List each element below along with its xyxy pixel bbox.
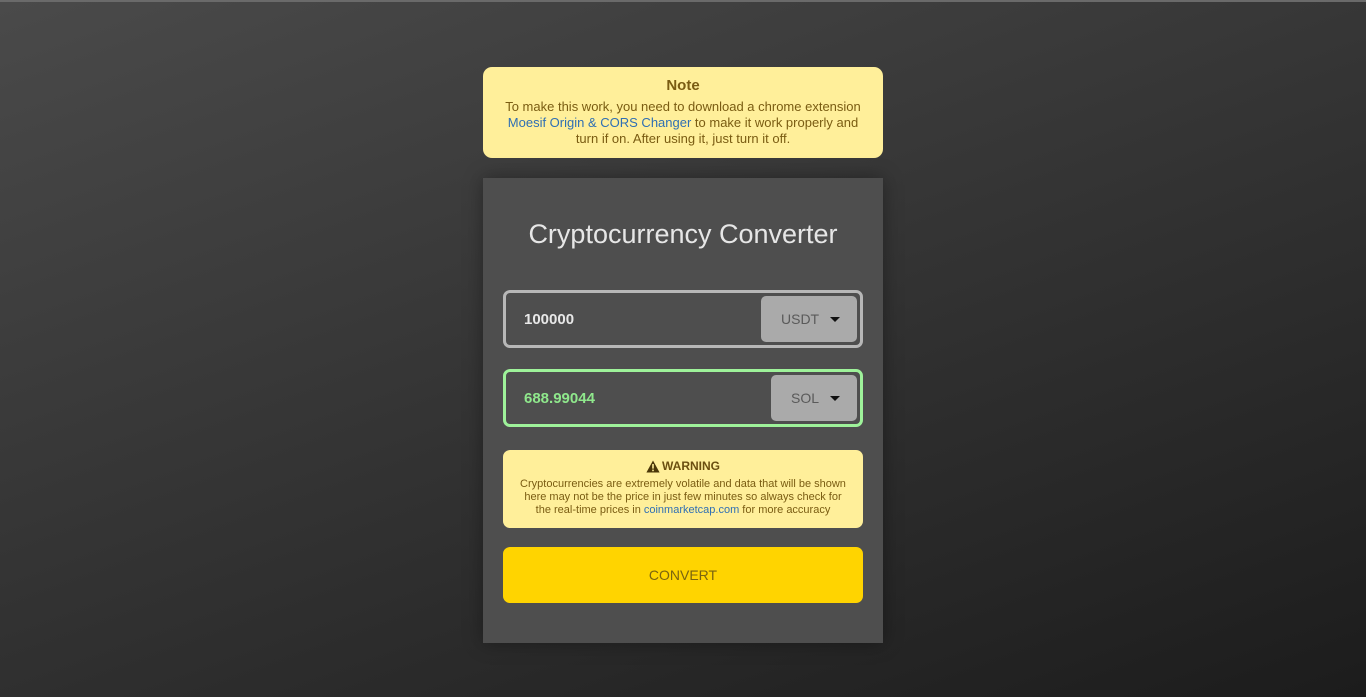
converter-card: Cryptocurrency Converter 100000 USDT 688… [483,178,883,643]
coinmarketcap-link[interactable]: coinmarketcap.com [644,504,739,516]
note-text: To make this work, you need to download … [495,99,871,147]
extension-link[interactable]: Moesif Origin & CORS Changer [508,115,692,130]
from-amount-input[interactable]: 100000 [524,293,574,345]
warning-triangle-icon [646,460,660,473]
note-text-start: To make this work, you need to download … [505,99,861,114]
to-currency-label: SOL [791,390,820,406]
warning-text: Cryptocurrencies are extremely volatile … [517,478,849,517]
warning-text-end: for more accuracy [739,504,831,516]
warning-title: WARNING [662,459,720,473]
chevron-down-icon [830,395,841,401]
chevron-down-icon [830,316,841,322]
to-amount-field: 688.99044 SOL [503,369,863,427]
to-currency-select[interactable]: SOL [771,375,857,421]
from-currency-label: USDT [781,311,820,327]
from-amount-field: 100000 USDT [503,290,863,348]
convert-button[interactable]: CONVERT [503,547,863,603]
to-amount-input[interactable]: 688.99044 [524,372,595,424]
note-title: Note [666,77,700,94]
page-title: Cryptocurrency Converter [528,219,838,249]
warning-box: WARNING Cryptocurrencies are extremely v… [503,450,863,528]
warning-heading: WARNING [517,459,849,474]
from-currency-select[interactable]: USDT [761,296,857,342]
note-banner: Note To make this work, you need to down… [483,67,883,158]
